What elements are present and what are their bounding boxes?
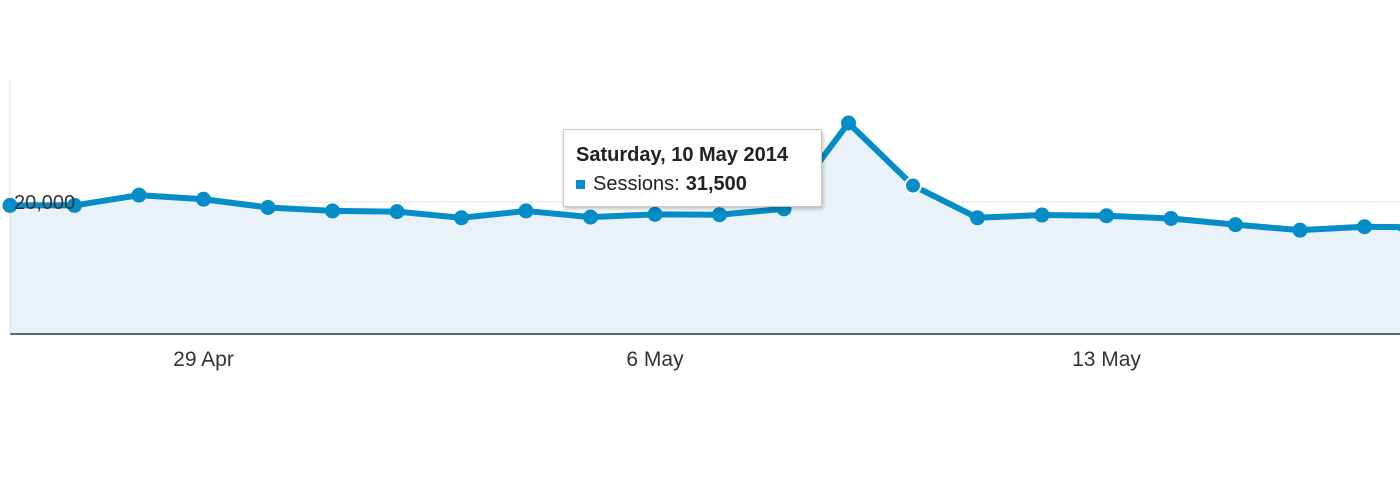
data-point[interactable] — [583, 209, 598, 225]
data-point[interactable] — [647, 206, 663, 222]
data-point[interactable] — [1357, 219, 1372, 235]
x-tick-label: 29 Apr — [173, 348, 234, 371]
tooltip-series-swatch — [576, 180, 585, 189]
data-point[interactable] — [841, 115, 856, 131]
tooltip-date: Saturday, 10 May 2014 — [576, 144, 788, 166]
data-point[interactable] — [1228, 217, 1243, 233]
data-point[interactable] — [1163, 210, 1179, 226]
tooltip-series-row: Sessions: 31,500 — [576, 173, 821, 196]
data-point[interactable] — [454, 210, 469, 226]
x-tick-label: 6 May — [626, 348, 684, 371]
data-point[interactable] — [260, 199, 276, 215]
data-point[interactable] — [970, 210, 985, 226]
data-point[interactable] — [712, 207, 727, 223]
data-point[interactable] — [196, 191, 211, 207]
y-tick-label: 20,000 — [14, 192, 75, 214]
tooltip-series-value: 31,500 — [685, 173, 747, 195]
x-tick-label: 13 May — [1072, 348, 1141, 371]
data-point[interactable] — [325, 203, 340, 219]
data-point-highlighted[interactable] — [904, 176, 922, 195]
data-point[interactable] — [389, 204, 405, 220]
data-point[interactable] — [1099, 208, 1114, 224]
data-point[interactable] — [1034, 207, 1050, 223]
chart-tooltip: Saturday, 10 May 2014 Sessions: 31,500 — [563, 129, 822, 207]
sessions-chart: 20,000 29 Apr 6 May 13 May Saturday, 10 May… — [0, 0, 1400, 500]
chart-canvas: 20,000 29 Apr 6 May 13 May — [2, 80, 1400, 371]
tooltip-series-label: Sessions: — [593, 173, 680, 195]
data-point[interactable] — [1292, 222, 1308, 238]
data-point[interactable] — [518, 203, 534, 219]
data-point[interactable] — [131, 187, 147, 203]
